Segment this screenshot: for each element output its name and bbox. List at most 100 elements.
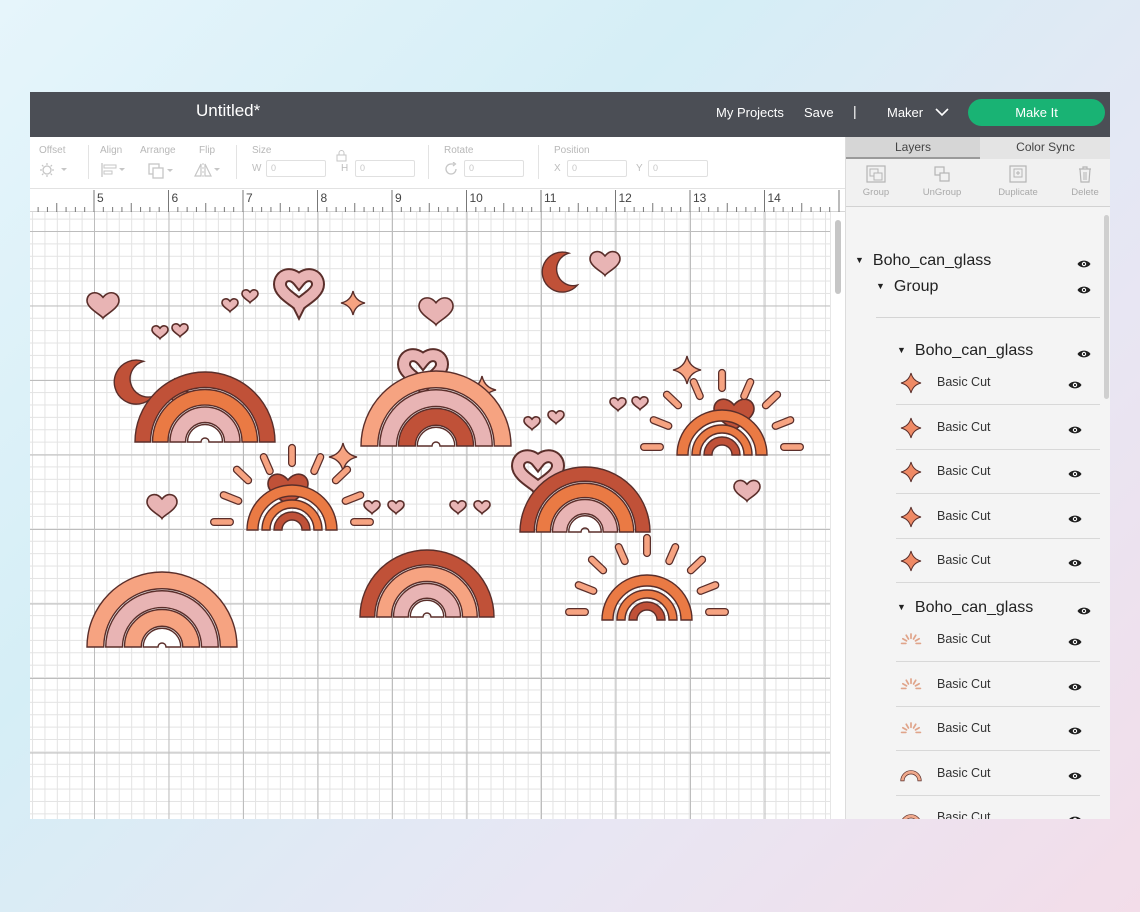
- layer-row[interactable]: Basic Cut: [896, 361, 1100, 405]
- layer-row[interactable]: Basic Cut: [896, 707, 1100, 751]
- toolbar-divider: [538, 145, 539, 179]
- canvas-scrollbar[interactable]: [830, 212, 845, 819]
- eye-icon[interactable]: [1068, 425, 1082, 435]
- heart-shape[interactable]: [609, 397, 627, 413]
- height-input[interactable]: 0: [355, 160, 415, 177]
- eye-icon[interactable]: [1068, 558, 1082, 568]
- duplicate-button[interactable]: Duplicate: [988, 165, 1048, 198]
- machine-select-label: Maker: [887, 105, 924, 120]
- heart-shape[interactable]: [241, 289, 259, 305]
- layer-group[interactable]: ▼ Group: [876, 278, 938, 296]
- x-position-input[interactable]: 0: [567, 160, 627, 177]
- rainbow-rust[interactable]: [134, 371, 276, 443]
- sun-rainbow-1[interactable]: [640, 368, 804, 456]
- sun-rays-thumbnail: [900, 677, 922, 689]
- toolbar-divider: [428, 145, 429, 179]
- arrange-control[interactable]: Arrange: [140, 145, 176, 160]
- boho-artwork[interactable]: [30, 212, 830, 819]
- align-control[interactable]: Align: [100, 145, 122, 160]
- eye-icon[interactable]: [1077, 349, 1091, 359]
- sparkle-shape[interactable]: [340, 290, 366, 316]
- heart-shape[interactable]: [86, 291, 120, 320]
- eye-icon[interactable]: [1068, 815, 1082, 819]
- project-title[interactable]: Untitled*: [196, 101, 260, 121]
- heart-shape[interactable]: [151, 325, 169, 341]
- tab-layers[interactable]: Layers: [846, 137, 980, 159]
- layer-row[interactable]: Basic Cut: [896, 618, 1100, 662]
- offset-control[interactable]: Offset: [39, 145, 66, 160]
- horizontal-ruler: 5 6 7 8 9 10 11 12 13 14: [30, 189, 845, 212]
- heart-shape[interactable]: [733, 479, 761, 503]
- arrange-icon: [148, 163, 173, 179]
- layer-row[interactable]: Basic Cut: [896, 450, 1100, 494]
- layer-name: Basic Cut: [937, 375, 991, 389]
- heart-shape[interactable]: [363, 500, 381, 516]
- heart-shape[interactable]: [221, 298, 239, 314]
- layer-group-root[interactable]: ▼ Boho_can_glass: [855, 252, 991, 270]
- layer-row[interactable]: Basic Cut: [896, 751, 1100, 796]
- layer-group-root-label: Boho_can_glass: [872, 252, 992, 269]
- eye-icon[interactable]: [1077, 285, 1091, 295]
- rotate-group: Rotate: [444, 145, 473, 160]
- heart-shape[interactable]: [547, 410, 565, 426]
- sparkle-shape[interactable]: [328, 442, 358, 472]
- canvas-scroll-thumb[interactable]: [835, 220, 841, 294]
- layer-name: Basic Cut: [937, 721, 991, 735]
- sun-rainbow-3[interactable]: [565, 533, 729, 621]
- eye-icon[interactable]: [1068, 726, 1082, 736]
- eye-icon[interactable]: [1077, 606, 1091, 616]
- heart-shape[interactable]: [171, 323, 189, 339]
- heart-shape[interactable]: [449, 500, 467, 516]
- sun-rays-thumbnail: [900, 722, 922, 734]
- layer-row[interactable]: Basic Cut: [896, 662, 1100, 707]
- machine-select[interactable]: Maker: [887, 105, 949, 120]
- eye-icon[interactable]: [1068, 682, 1082, 692]
- header-separator: |: [853, 103, 857, 119]
- layers-scroll-thumb[interactable]: [1104, 215, 1109, 399]
- eye-icon[interactable]: [1068, 771, 1082, 781]
- heart-shape[interactable]: [418, 297, 454, 327]
- heart-shape[interactable]: [146, 493, 178, 521]
- rainbow-rust-3[interactable]: [359, 549, 495, 618]
- eye-icon[interactable]: [1077, 259, 1091, 269]
- heart-shape[interactable]: [387, 500, 405, 516]
- panel-tabs: Layers Color Sync: [846, 137, 1110, 159]
- heart-shape[interactable]: [523, 416, 541, 432]
- eye-icon[interactable]: [1068, 514, 1082, 524]
- rainbow-rust-2[interactable]: [519, 466, 651, 533]
- save-button[interactable]: Save: [804, 105, 834, 120]
- width-label: W: [252, 163, 262, 174]
- layer-name: Basic Cut: [937, 810, 991, 819]
- group-button[interactable]: Group: [846, 165, 906, 198]
- rotate-input[interactable]: 0: [464, 160, 524, 177]
- moon-shape[interactable]: [537, 246, 587, 297]
- flip-control[interactable]: Flip: [199, 145, 215, 160]
- make-it-button[interactable]: Make It: [968, 99, 1105, 126]
- layer-row[interactable]: Basic Cut: [896, 539, 1100, 583]
- layer-subgroup-2[interactable]: ▼ Boho_can_glass: [897, 599, 1033, 617]
- rainbow-peach-2[interactable]: [86, 571, 238, 648]
- heart-outline-shape[interactable]: [272, 268, 326, 321]
- layer-row[interactable]: Basic Cut: [896, 494, 1100, 539]
- y-position-input[interactable]: 0: [648, 160, 708, 177]
- layer-group-label: Group: [893, 278, 939, 295]
- rainbow-peach[interactable]: [360, 370, 512, 447]
- x-label: X: [554, 163, 561, 174]
- ungroup-button[interactable]: UnGroup: [912, 165, 972, 198]
- eye-icon[interactable]: [1068, 637, 1082, 647]
- width-input[interactable]: 0: [266, 160, 326, 177]
- heart-shape[interactable]: [631, 396, 649, 412]
- layer-row[interactable]: Basic Cut: [896, 405, 1100, 450]
- my-projects-link[interactable]: My Projects: [716, 105, 784, 120]
- layer-subgroup-1[interactable]: ▼ Boho_can_glass: [897, 342, 1033, 360]
- layer-row[interactable]: Basic Cut: [896, 796, 1100, 819]
- eye-icon[interactable]: [1068, 469, 1082, 479]
- tab-color-sync[interactable]: Color Sync: [980, 137, 1110, 159]
- layer-name: Basic Cut: [937, 508, 991, 523]
- delete-button[interactable]: Delete: [1055, 165, 1110, 198]
- design-canvas[interactable]: [30, 212, 830, 819]
- heart-shape[interactable]: [589, 250, 621, 278]
- lock-icon[interactable]: [336, 150, 347, 162]
- eye-icon[interactable]: [1068, 380, 1082, 390]
- heart-shape[interactable]: [473, 500, 491, 516]
